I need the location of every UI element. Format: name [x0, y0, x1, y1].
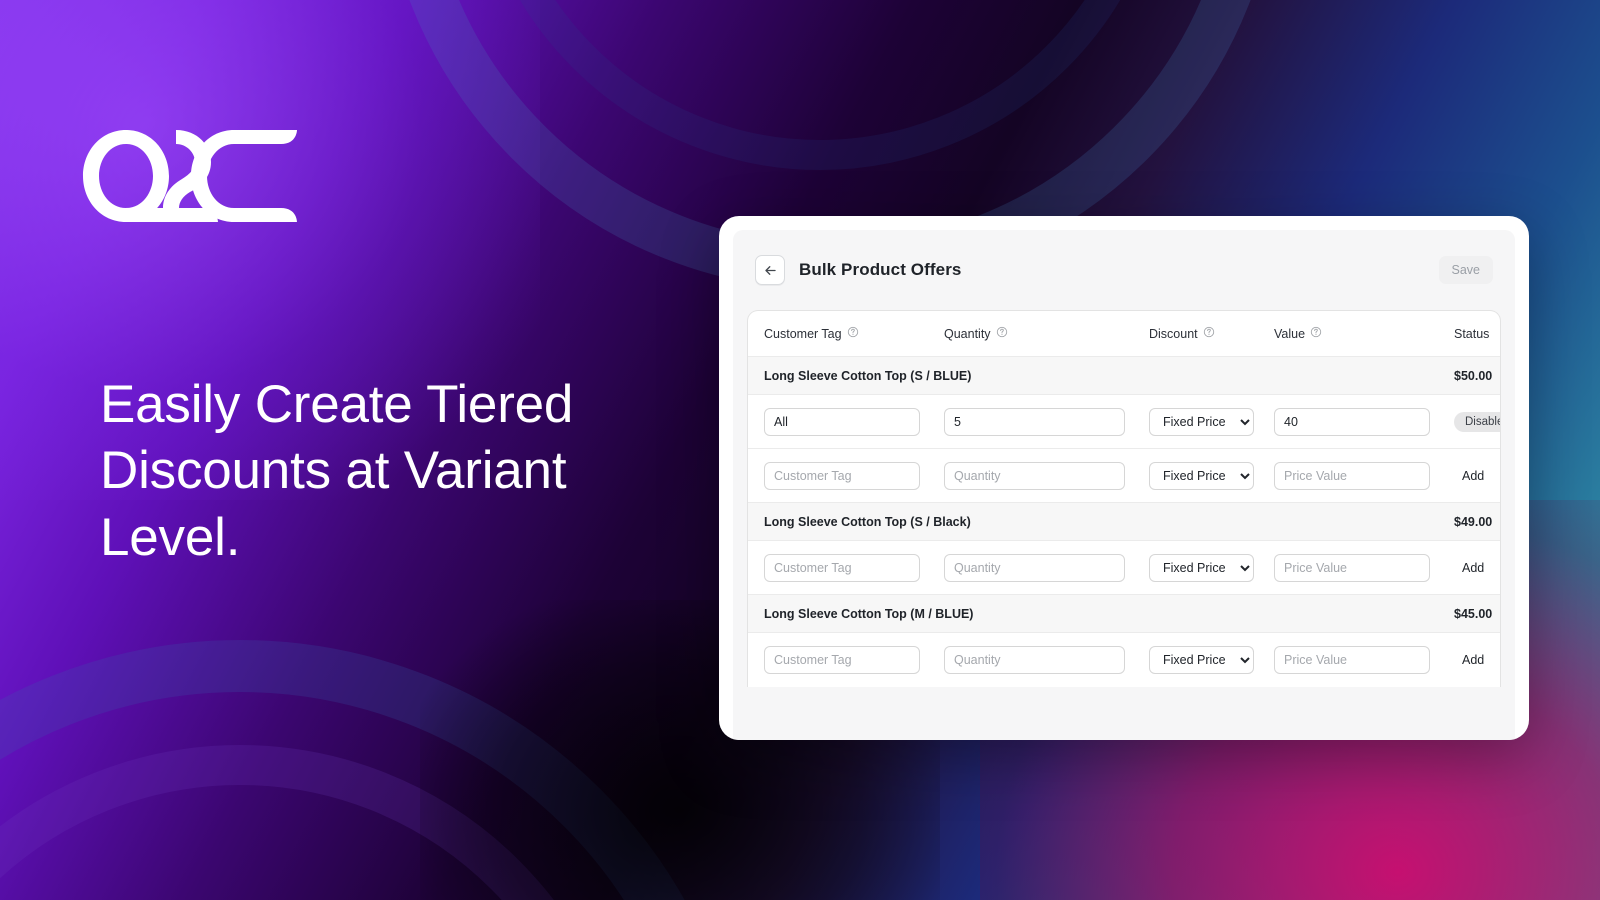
page-headline: Easily Create Tiered Discounts at Varian…: [100, 375, 574, 567]
customer-tag-cell: [764, 461, 944, 490]
customer-tag-cell: [764, 646, 944, 674]
add-button[interactable]: Add: [1454, 557, 1492, 579]
customer-tag-input[interactable]: [764, 461, 920, 490]
question-circle-icon[interactable]: [996, 326, 1008, 341]
promo-banner: Easily Create Tiered Discounts at Varian…: [0, 0, 1600, 900]
quantity-input[interactable]: [944, 407, 1125, 436]
column-label-quantity: Quantity: [944, 326, 991, 341]
question-circle-icon[interactable]: [847, 326, 859, 341]
app-page-header: Bulk Product Offers Save: [733, 230, 1515, 310]
value-cell: [1274, 646, 1454, 674]
customer-tag-input[interactable]: [764, 553, 920, 582]
value-cell: [1274, 553, 1454, 582]
ring-decoration-top-inner: [470, 0, 1170, 170]
discount-cell: Fixed Price: [1149, 461, 1274, 490]
price-value-input[interactable]: [1274, 553, 1430, 582]
column-header-value: Value: [1274, 325, 1454, 343]
discount-type-select[interactable]: Fixed Price: [1149, 646, 1254, 674]
offer-row: Fixed Price Disable: [748, 395, 1500, 449]
offer-row-new: Fixed Price Add: [748, 633, 1500, 687]
offer-row-new: Fixed Price Add: [748, 449, 1500, 503]
discount-cell: Fixed Price: [1149, 646, 1274, 674]
arrow-left-icon: [763, 263, 778, 278]
discount-type-select[interactable]: Fixed Price: [1149, 461, 1254, 490]
ring-decoration-bottom: [0, 640, 750, 900]
quantity-cell: [944, 461, 1149, 490]
quantity-cell: [944, 407, 1149, 436]
column-header-quantity: Quantity: [944, 325, 1149, 343]
variant-price: $50.00: [1454, 368, 1493, 383]
back-button[interactable]: [755, 255, 785, 285]
app-window-card: Bulk Product Offers Save Customer Tag Qu…: [719, 216, 1529, 740]
column-header-discount: Discount: [1149, 325, 1274, 343]
add-button[interactable]: Add: [1454, 649, 1492, 671]
customer-tag-input[interactable]: [764, 407, 920, 436]
app-inner-surface: Bulk Product Offers Save Customer Tag Qu…: [733, 230, 1515, 740]
variant-name: Long Sleeve Cotton Top (M / BLUE): [764, 606, 974, 621]
question-circle-icon[interactable]: [1310, 326, 1322, 341]
quantity-input[interactable]: [944, 646, 1125, 674]
price-value-input[interactable]: [1274, 407, 1430, 436]
status-cell: Disable: [1454, 411, 1500, 432]
value-cell: [1274, 461, 1454, 490]
offers-table: Customer Tag Quantity Discount Value Sta…: [747, 310, 1501, 687]
variant-header-row: Long Sleeve Cotton Top (M / BLUE) $45.00: [748, 595, 1500, 633]
table-column-header: Customer Tag Quantity Discount Value Sta…: [748, 311, 1500, 357]
variant-price: $45.00: [1454, 606, 1493, 621]
variant-price: $49.00: [1454, 514, 1493, 529]
discount-cell: Fixed Price: [1149, 407, 1274, 436]
variant-header-row: Long Sleeve Cotton Top (S / BLUE) $50.00: [748, 357, 1500, 395]
status-cell: Add: [1454, 465, 1500, 487]
column-header-status: Status: [1454, 326, 1490, 341]
disable-button[interactable]: Disable: [1454, 411, 1500, 432]
value-cell: [1274, 407, 1454, 436]
column-label-discount: Discount: [1149, 326, 1198, 341]
quantity-cell: [944, 646, 1149, 674]
add-button[interactable]: Add: [1454, 465, 1492, 487]
save-button[interactable]: Save: [1438, 256, 1493, 284]
discount-type-select[interactable]: Fixed Price: [1149, 407, 1254, 436]
customer-tag-input[interactable]: [764, 646, 920, 674]
discount-cell: Fixed Price: [1149, 553, 1274, 582]
ring-decoration-bottom-inner: [0, 745, 635, 900]
customer-tag-cell: [764, 553, 944, 582]
offer-row-new: Fixed Price Add: [748, 541, 1500, 595]
quantity-input[interactable]: [944, 553, 1125, 582]
price-value-input[interactable]: [1274, 461, 1430, 490]
column-label-value: Value: [1274, 326, 1306, 341]
status-cell: Add: [1454, 557, 1500, 579]
variant-name: Long Sleeve Cotton Top (S / Black): [764, 514, 971, 529]
column-label-customer-tag: Customer Tag: [764, 326, 842, 341]
question-circle-icon[interactable]: [1203, 326, 1215, 341]
column-header-customer-tag: Customer Tag: [764, 325, 944, 343]
variant-header-row: Long Sleeve Cotton Top (S / Black) $49.0…: [748, 503, 1500, 541]
discount-type-select[interactable]: Fixed Price: [1149, 553, 1254, 582]
page-title: Bulk Product Offers: [799, 260, 962, 279]
quantity-input[interactable]: [944, 461, 1125, 490]
status-cell: Add: [1454, 649, 1500, 671]
variant-name: Long Sleeve Cotton Top (S / BLUE): [764, 368, 972, 383]
quantity-cell: [944, 553, 1149, 582]
price-value-input[interactable]: [1274, 646, 1430, 674]
osc-logo: [80, 126, 300, 226]
customer-tag-cell: [764, 407, 944, 436]
